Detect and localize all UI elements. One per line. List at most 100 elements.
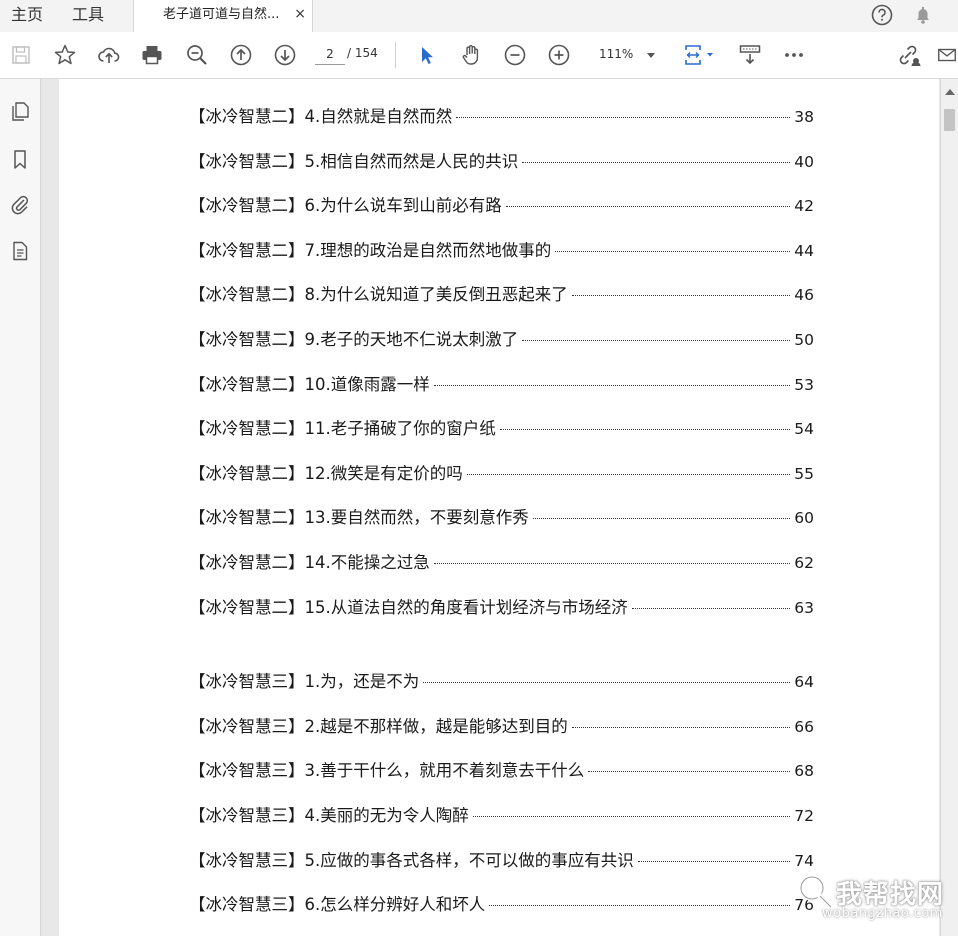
previous-page-icon[interactable] [227,41,255,69]
toc-entry-page-number: 76 [794,896,814,915]
toc-entry[interactable]: 【冰冷智慧三】2.越是不那样做，越是能够达到目的 66 [189,713,814,737]
toc-entry[interactable]: 【冰冷智慧二】15.从道法自然的角度看计划经济与市场经济 63 [189,594,814,618]
attachments-paperclip-icon[interactable] [6,190,34,218]
fit-page-icon[interactable] [681,41,717,69]
toc-entry-title: 【冰冷智慧二】11.老子捅破了你的窗户纸 [189,419,496,439]
bookmark-star-icon[interactable] [51,41,79,69]
tab-close-button[interactable]: × [294,0,306,30]
toc-dot-leader [555,250,791,252]
toc-entry-page-number: 74 [794,851,814,870]
document-properties-icon[interactable] [6,237,34,265]
toc-dot-leader [571,726,791,728]
toc-entry-title: 【冰冷智慧三】5.应做的事各式各样，不可以做的事应有共识 [189,850,634,870]
toc-entry-page-number: 66 [794,717,814,736]
toc-entry-title: 【冰冷智慧二】8.为什么说知道了美反倒丑恶起来了 [189,285,568,305]
toc-entry[interactable]: 【冰冷智慧二】11.老子捅破了你的窗户纸 54 [189,415,814,439]
main-toolbar: / 154 111% [0,32,958,79]
toc-entry-page-number: 40 [794,152,814,171]
next-page-icon[interactable] [271,41,299,69]
zoom-level-value: 111% [599,47,634,61]
nav-tools-link[interactable]: 工具 [72,0,104,31]
toc-entry-page-number: 54 [794,420,814,439]
tab-document-title: 老子道可道与自然... [163,7,280,22]
toc-entry[interactable]: 【冰冷智慧二】13.要自然而然，不要刻意作秀 60 [189,504,814,528]
toc-dot-leader [472,816,791,817]
save-icon[interactable] [7,41,35,69]
page-thumbnails-icon[interactable] [6,97,34,125]
toc-entry[interactable]: 【冰冷智慧二】14.不能操之过急 62 [189,549,814,573]
zoom-out-icon[interactable] [501,41,529,69]
toc-dot-leader [466,473,791,475]
tab-bar: 主页 工具 老子道可道与自然... × [0,0,958,33]
toc-entry[interactable]: 【冰冷智慧三】5.应做的事各式各样，不可以做的事应有共识 74 [189,847,814,871]
toc-entry[interactable]: 【冰冷智慧二】6.为什么说车到山前必有路 42 [189,192,814,216]
toc-dot-leader [505,206,791,208]
toc-entry[interactable]: 【冰冷智慧二】12.微笑是有定价的吗 55 [189,460,814,484]
toc-entry[interactable]: 【冰冷智慧三】3.善于干什么，就用不着刻意去干什么 68 [189,757,814,781]
toc-entry-page-number: 55 [794,464,814,483]
bookmarks-icon[interactable] [6,145,34,173]
document-viewport[interactable]: 【冰冷智慧二】4.自然就是自然而然 38 【冰冷智慧二】5.相信自然而然是人民的共识… [41,79,940,936]
toc-entry-page-number: 72 [794,807,814,825]
toc-entry[interactable]: 【冰冷智慧二】4.自然就是自然而然 38 [189,103,814,127]
toc-dot-leader [522,340,791,341]
toc-entry[interactable]: 【冰冷智慧三】1.为，还是不为 64 [189,668,814,692]
share-link-icon[interactable] [895,41,923,69]
print-icon[interactable] [138,41,166,69]
navigation-pane [0,79,41,936]
toc-dot-leader [489,905,791,907]
zoom-in-icon[interactable] [545,41,573,69]
toc-entry[interactable]: 【冰冷智慧三】4.美丽的无为令人陶醉 72 [189,802,814,826]
zoom-out-magnifier-icon[interactable] [183,41,211,69]
toc-entry-page-number: 46 [794,286,814,305]
zoom-level-dropdown[interactable]: 111% [591,43,663,67]
notification-bell-icon[interactable] [912,4,934,26]
toc-dot-leader [522,161,791,163]
toc-dot-leader [532,518,791,520]
help-icon[interactable] [871,4,893,26]
toc-entry-title: 【冰冷智慧三】2.越是不那样做，越是能够达到目的 [189,716,568,736]
toc-entry-title: 【冰冷智慧二】6.为什么说车到山前必有路 [189,196,502,216]
toc-entry-page-number: 64 [794,673,814,692]
select-cursor-icon[interactable] [413,41,441,69]
hand-tool-icon[interactable] [457,41,485,69]
toc-entry-title: 【冰冷智慧二】7.理想的政治是自然而然地做事的 [189,240,552,260]
toc-entry[interactable]: 【冰冷智慧二】9.老子的天地不仁说太刺激了 50 [189,326,814,350]
vertical-scrollbar[interactable] [940,79,958,936]
scroll-thumb[interactable] [944,109,955,131]
nav-home-link[interactable]: 主页 [11,0,43,31]
toc-entry-title: 【冰冷智慧二】4.自然就是自然而然 [189,107,453,126]
email-icon[interactable] [936,41,958,69]
more-options-icon[interactable] [780,41,808,69]
toc-entry-title: 【冰冷智慧三】6.怎么样分辨好人和坏人 [189,895,486,915]
toolbar-divider [395,42,396,68]
toc-dot-leader [433,563,791,564]
toc-entry[interactable]: 【冰冷智慧二】5.相信自然而然是人民的共识 40 [189,148,814,172]
toc-dot-leader [433,384,791,386]
toc-entry-page-number: 50 [794,331,814,349]
chevron-down-icon [647,53,655,58]
toc-entry-title: 【冰冷智慧三】3.善于干什么，就用不着刻意去干什么 [189,761,585,781]
toc-entry[interactable]: 【冰冷智慧二】10.道像雨露一样 53 [189,371,814,395]
toc-entry-page-number: 53 [794,375,814,394]
toc-entry-title: 【冰冷智慧二】15.从道法自然的角度看计划经济与市场经济 [189,597,628,617]
toc-entry-page-number: 38 [794,108,814,126]
toc-entry-title: 【冰冷智慧二】9.老子的天地不仁说太刺激了 [189,330,519,349]
pdf-page: 【冰冷智慧二】4.自然就是自然而然 38 【冰冷智慧二】5.相信自然而然是人民的共识… [59,79,939,936]
toc-entry-page-number: 68 [794,762,814,781]
toc-dot-leader [456,117,791,118]
scroll-up-arrow-icon[interactable] [945,89,955,95]
toc-entry-page-number: 62 [794,554,814,572]
toc-entry[interactable]: 【冰冷智慧三】6.怎么样分辨好人和坏人 76 [189,891,814,915]
tab-document[interactable]: 老子道可道与自然... × [133,0,313,32]
toc-entry-title: 【冰冷智慧三】4.美丽的无为令人陶醉 [189,806,469,825]
toc-entry-title: 【冰冷智慧三】1.为，还是不为 [189,672,420,692]
page-number-input[interactable] [315,44,345,65]
toc-entry-page-number: 42 [794,197,814,216]
toc-entry-title: 【冰冷智慧二】12.微笑是有定价的吗 [189,463,463,483]
toc-dot-leader [631,607,791,609]
toc-entry[interactable]: 【冰冷智慧二】7.理想的政治是自然而然地做事的 44 [189,237,814,261]
scroll-mode-icon[interactable] [736,41,764,69]
cloud-upload-icon[interactable] [95,41,123,69]
toc-entry[interactable]: 【冰冷智慧二】8.为什么说知道了美反倒丑恶起来了 46 [189,281,814,305]
